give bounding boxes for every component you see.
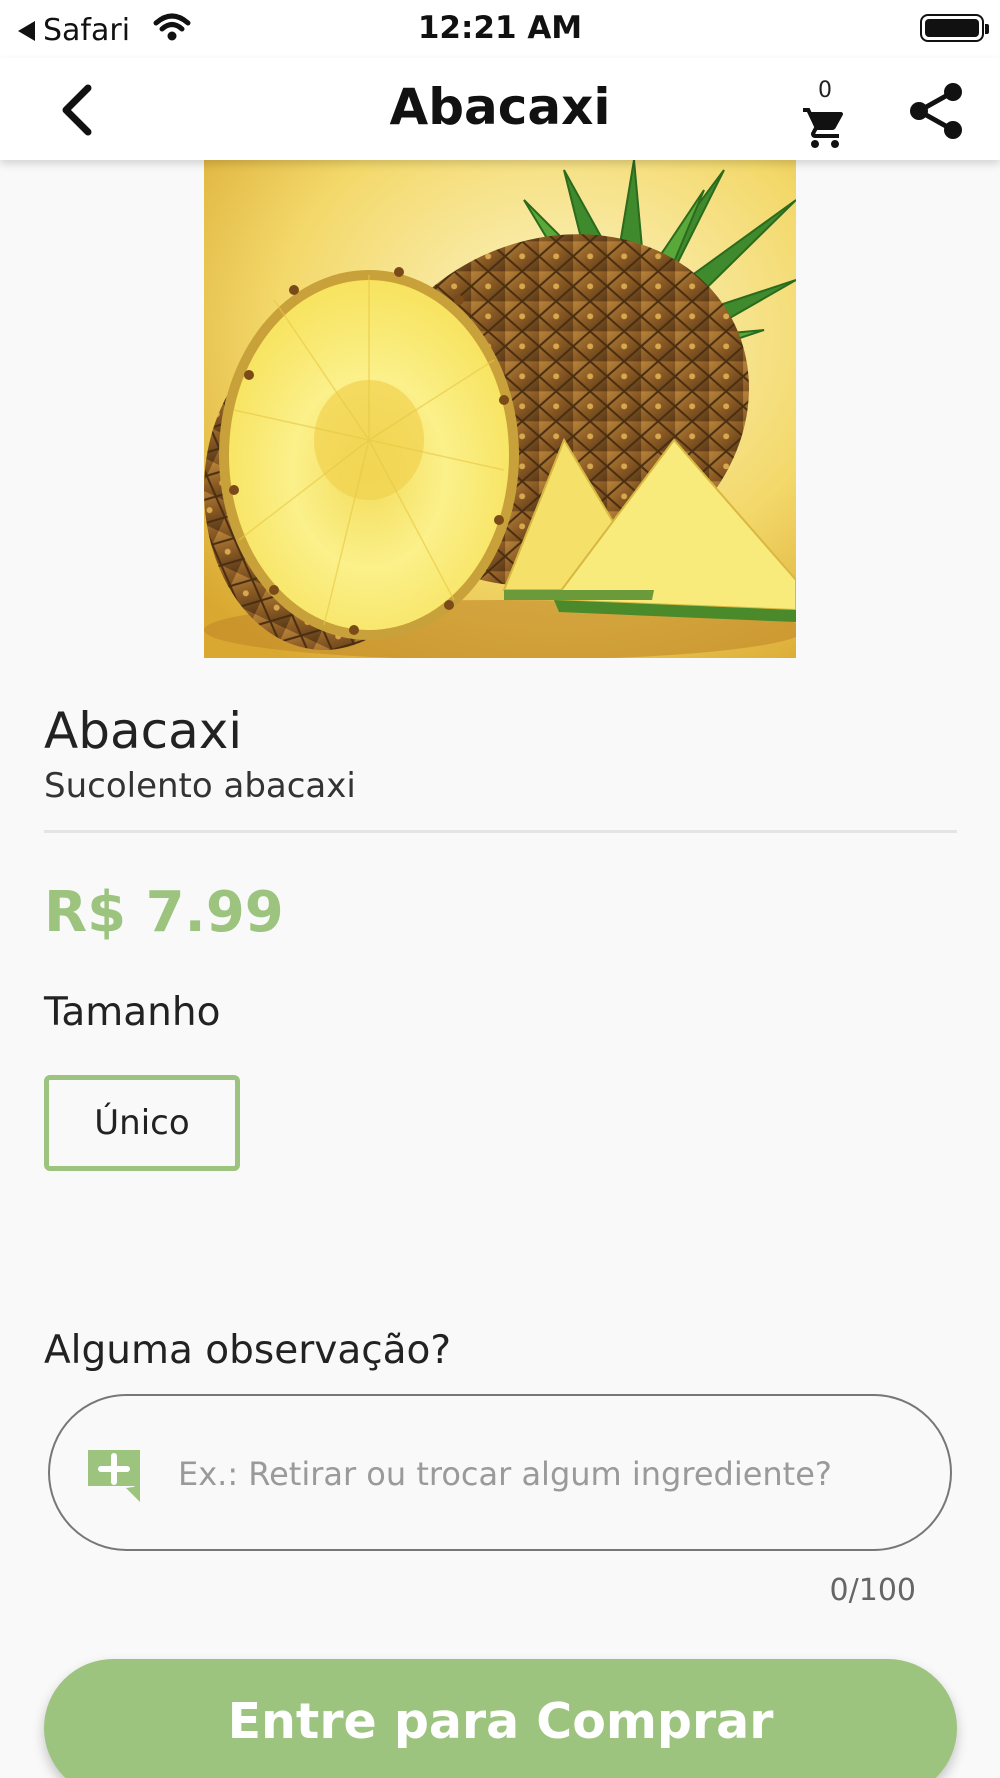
cart-count-badge: 0 — [818, 78, 832, 103]
product-image — [204, 160, 796, 658]
app-bar: Abacaxi 0 — [0, 58, 1000, 160]
share-icon — [910, 83, 962, 139]
battery-icon — [920, 14, 989, 42]
share-button[interactable] — [905, 78, 969, 144]
product-name: Abacaxi — [44, 702, 243, 760]
add-comment-icon — [88, 1450, 140, 1502]
buy-button[interactable]: Entre para Comprar — [44, 1659, 957, 1778]
divider — [44, 830, 957, 833]
status-time: 12:21 AM — [417, 10, 583, 46]
size-label: Tamanho — [44, 990, 221, 1035]
note-label: Alguma observação? — [44, 1328, 452, 1373]
char-counter: 0/100 — [829, 1573, 916, 1608]
product-price: R$ 7.99 — [44, 880, 284, 945]
size-option-unico[interactable]: Único — [44, 1075, 240, 1171]
cart-button[interactable]: 0 — [795, 78, 855, 154]
note-field — [48, 1394, 952, 1551]
note-input[interactable] — [178, 1436, 918, 1512]
product-description: Sucolento abacaxi — [44, 766, 356, 806]
cart-icon — [803, 108, 844, 148]
status-bar: Safari 12:21 AM — [0, 0, 1000, 58]
